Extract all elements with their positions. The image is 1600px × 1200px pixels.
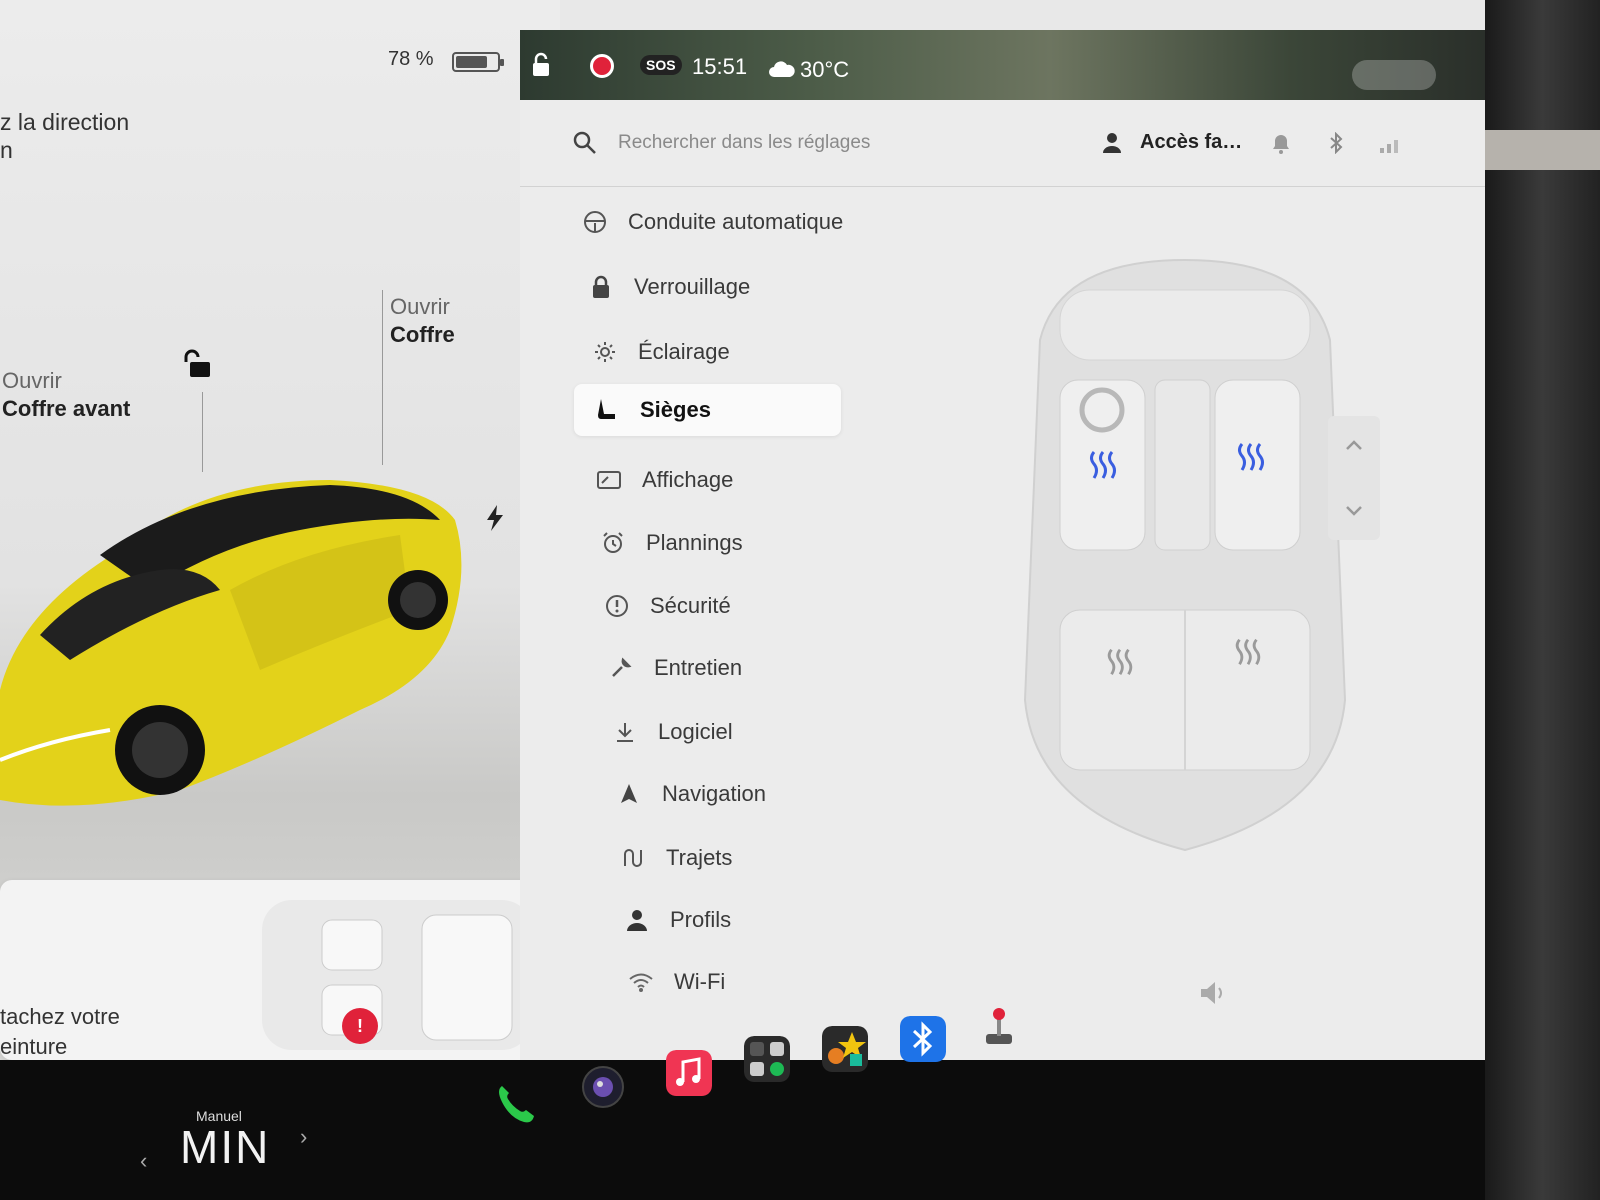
- status-lock-icon[interactable]: [530, 52, 552, 78]
- settings-header-divider: [520, 186, 1485, 187]
- steering-hint-line2: n: [0, 137, 13, 163]
- seat-heater-front-left-icon[interactable]: [1086, 448, 1120, 482]
- app-dock: Manuel MIN ‹ ›: [0, 1008, 1485, 1200]
- seat-adjust-arrows: [1328, 416, 1380, 540]
- music-icon[interactable]: [666, 1050, 712, 1096]
- menu-item-navigation[interactable]: Navigation: [616, 768, 766, 820]
- open-frunk-action: Ouvrir: [2, 368, 62, 393]
- vehicle-pane: 78 % z la direction n Ouvrir Coffre Ouvr…: [0, 0, 560, 1060]
- open-trunk-action: Ouvrir: [390, 294, 450, 319]
- menu-item-conduite-automatique[interactable]: Conduite automatique: [582, 196, 843, 248]
- lock-icon: [588, 274, 614, 300]
- menu-item-label: Éclairage: [638, 339, 730, 364]
- cellular-signal-icon: [1380, 140, 1398, 153]
- steering-wheel-icon: [582, 209, 608, 235]
- menu-item-label: Conduite automatique: [628, 209, 844, 234]
- menu-item-trajets[interactable]: Trajets: [620, 832, 732, 884]
- person-icon: [624, 907, 650, 933]
- menu-item-eclairage[interactable]: Éclairage: [592, 326, 730, 378]
- menu-item-label: Navigation: [662, 781, 766, 806]
- joystick-icon[interactable]: [976, 1004, 1022, 1050]
- wifi-icon: [628, 969, 654, 995]
- menu-item-label: Sièges: [640, 397, 711, 422]
- open-frunk-target: Coffre avant: [2, 396, 131, 421]
- menu-item-label: Affichage: [642, 467, 734, 492]
- mini-seat-map: [262, 900, 532, 1050]
- download-icon: [612, 719, 638, 745]
- menu-item-label: Plannings: [646, 530, 743, 555]
- menu-item-profils[interactable]: Profils: [624, 894, 731, 946]
- seat-icon: [594, 397, 620, 423]
- bell-icon[interactable]: [1272, 134, 1290, 154]
- volume-icon[interactable]: [1198, 980, 1228, 1006]
- apps-launcher-icon[interactable]: [744, 1036, 790, 1082]
- bluetooth-status-icon[interactable]: [1328, 132, 1344, 154]
- search-icon: [573, 131, 596, 154]
- seatbelt-warning-line2: einture: [0, 1034, 68, 1059]
- trunk-leader-line: [382, 290, 383, 465]
- screen-bezel: [1485, 0, 1600, 1200]
- menu-item-securite[interactable]: Sécurité: [604, 580, 731, 632]
- menu-item-label: Profils: [670, 907, 732, 932]
- navigation-arrow-icon: [616, 781, 642, 807]
- menu-item-plannings[interactable]: Plannings: [600, 517, 743, 569]
- steering-hint: z la direction n: [0, 108, 129, 164]
- alert-circle-icon: [604, 593, 630, 619]
- seat-heater-front-right-icon[interactable]: [1234, 440, 1268, 474]
- cloud-icon: [769, 61, 795, 77]
- menu-item-label: Entretien: [654, 655, 743, 680]
- profile-icon: [1103, 133, 1121, 153]
- seatbelt-alert-icon: !: [342, 1008, 378, 1044]
- sun-icon: [592, 339, 618, 365]
- phone-icon[interactable]: [492, 1080, 538, 1126]
- settings-search-input[interactable]: [618, 128, 1038, 158]
- chevron-right-icon[interactable]: ›: [300, 1124, 307, 1150]
- charge-port-icon[interactable]: [484, 504, 506, 532]
- gear-value[interactable]: MIN: [180, 1120, 270, 1174]
- alarm-clock-icon: [600, 530, 626, 556]
- seat-heater-rear-right-icon[interactable]: [1232, 636, 1264, 668]
- menu-item-label: Wi-Fi: [674, 969, 726, 994]
- sos-button[interactable]: SOS: [640, 55, 682, 75]
- steering-hint-line1: z la direction: [0, 109, 130, 135]
- menu-item-wi-fi[interactable]: Wi-Fi: [628, 956, 725, 1008]
- chevron-down-icon[interactable]: [1342, 498, 1366, 522]
- passenger-airbag-indicator: [1352, 60, 1436, 90]
- battery-icon: [452, 52, 504, 72]
- car-render: [0, 480, 462, 806]
- display-icon: [596, 467, 622, 493]
- seat-heater-map: [1023, 258, 1347, 852]
- menu-item-entretien[interactable]: Entretien: [608, 642, 742, 694]
- menu-item-verrouillage[interactable]: Verrouillage: [588, 261, 750, 313]
- seat-heater-rear-left-icon[interactable]: [1104, 646, 1136, 678]
- clock-time: 15:51: [692, 54, 748, 79]
- wrench-icon: [608, 655, 634, 681]
- open-trunk-button[interactable]: Ouvrir Coffre: [390, 293, 455, 349]
- dashcam-record-icon[interactable]: [590, 54, 614, 78]
- touchscreen: 78 % z la direction n Ouvrir Coffre Ouvr…: [0, 0, 1485, 1120]
- menu-item-sieges[interactable]: Sièges: [574, 384, 841, 436]
- profile-button[interactable]: Accès fa…: [1140, 131, 1242, 154]
- menu-item-label: Trajets: [666, 845, 733, 870]
- chevron-left-icon[interactable]: ‹: [140, 1148, 147, 1174]
- menu-item-logiciel[interactable]: Logiciel: [612, 706, 733, 758]
- seatbelt-warning-line1: tachez votre: [0, 1004, 120, 1029]
- menu-item-label: Sécurité: [650, 593, 731, 618]
- trips-icon: [620, 845, 646, 871]
- open-trunk-target: Coffre: [390, 322, 455, 347]
- bluetooth-icon[interactable]: [900, 1016, 946, 1062]
- seatbelt-warning-text: tachez votre einture: [0, 1002, 120, 1062]
- menu-item-affichage[interactable]: Affichage: [596, 454, 733, 506]
- unlock-icon[interactable]: [180, 348, 216, 380]
- chevron-up-icon[interactable]: [1342, 434, 1366, 458]
- open-frunk-button[interactable]: Ouvrir Coffre avant: [2, 367, 130, 423]
- menu-item-label: Verrouillage: [634, 274, 751, 299]
- battery-percentage: 78 %: [388, 48, 434, 70]
- menu-item-label: Logiciel: [658, 719, 733, 744]
- camera-icon[interactable]: [580, 1064, 626, 1110]
- outside-temperature: 30°C: [800, 57, 850, 82]
- toybox-icon[interactable]: [822, 1026, 868, 1072]
